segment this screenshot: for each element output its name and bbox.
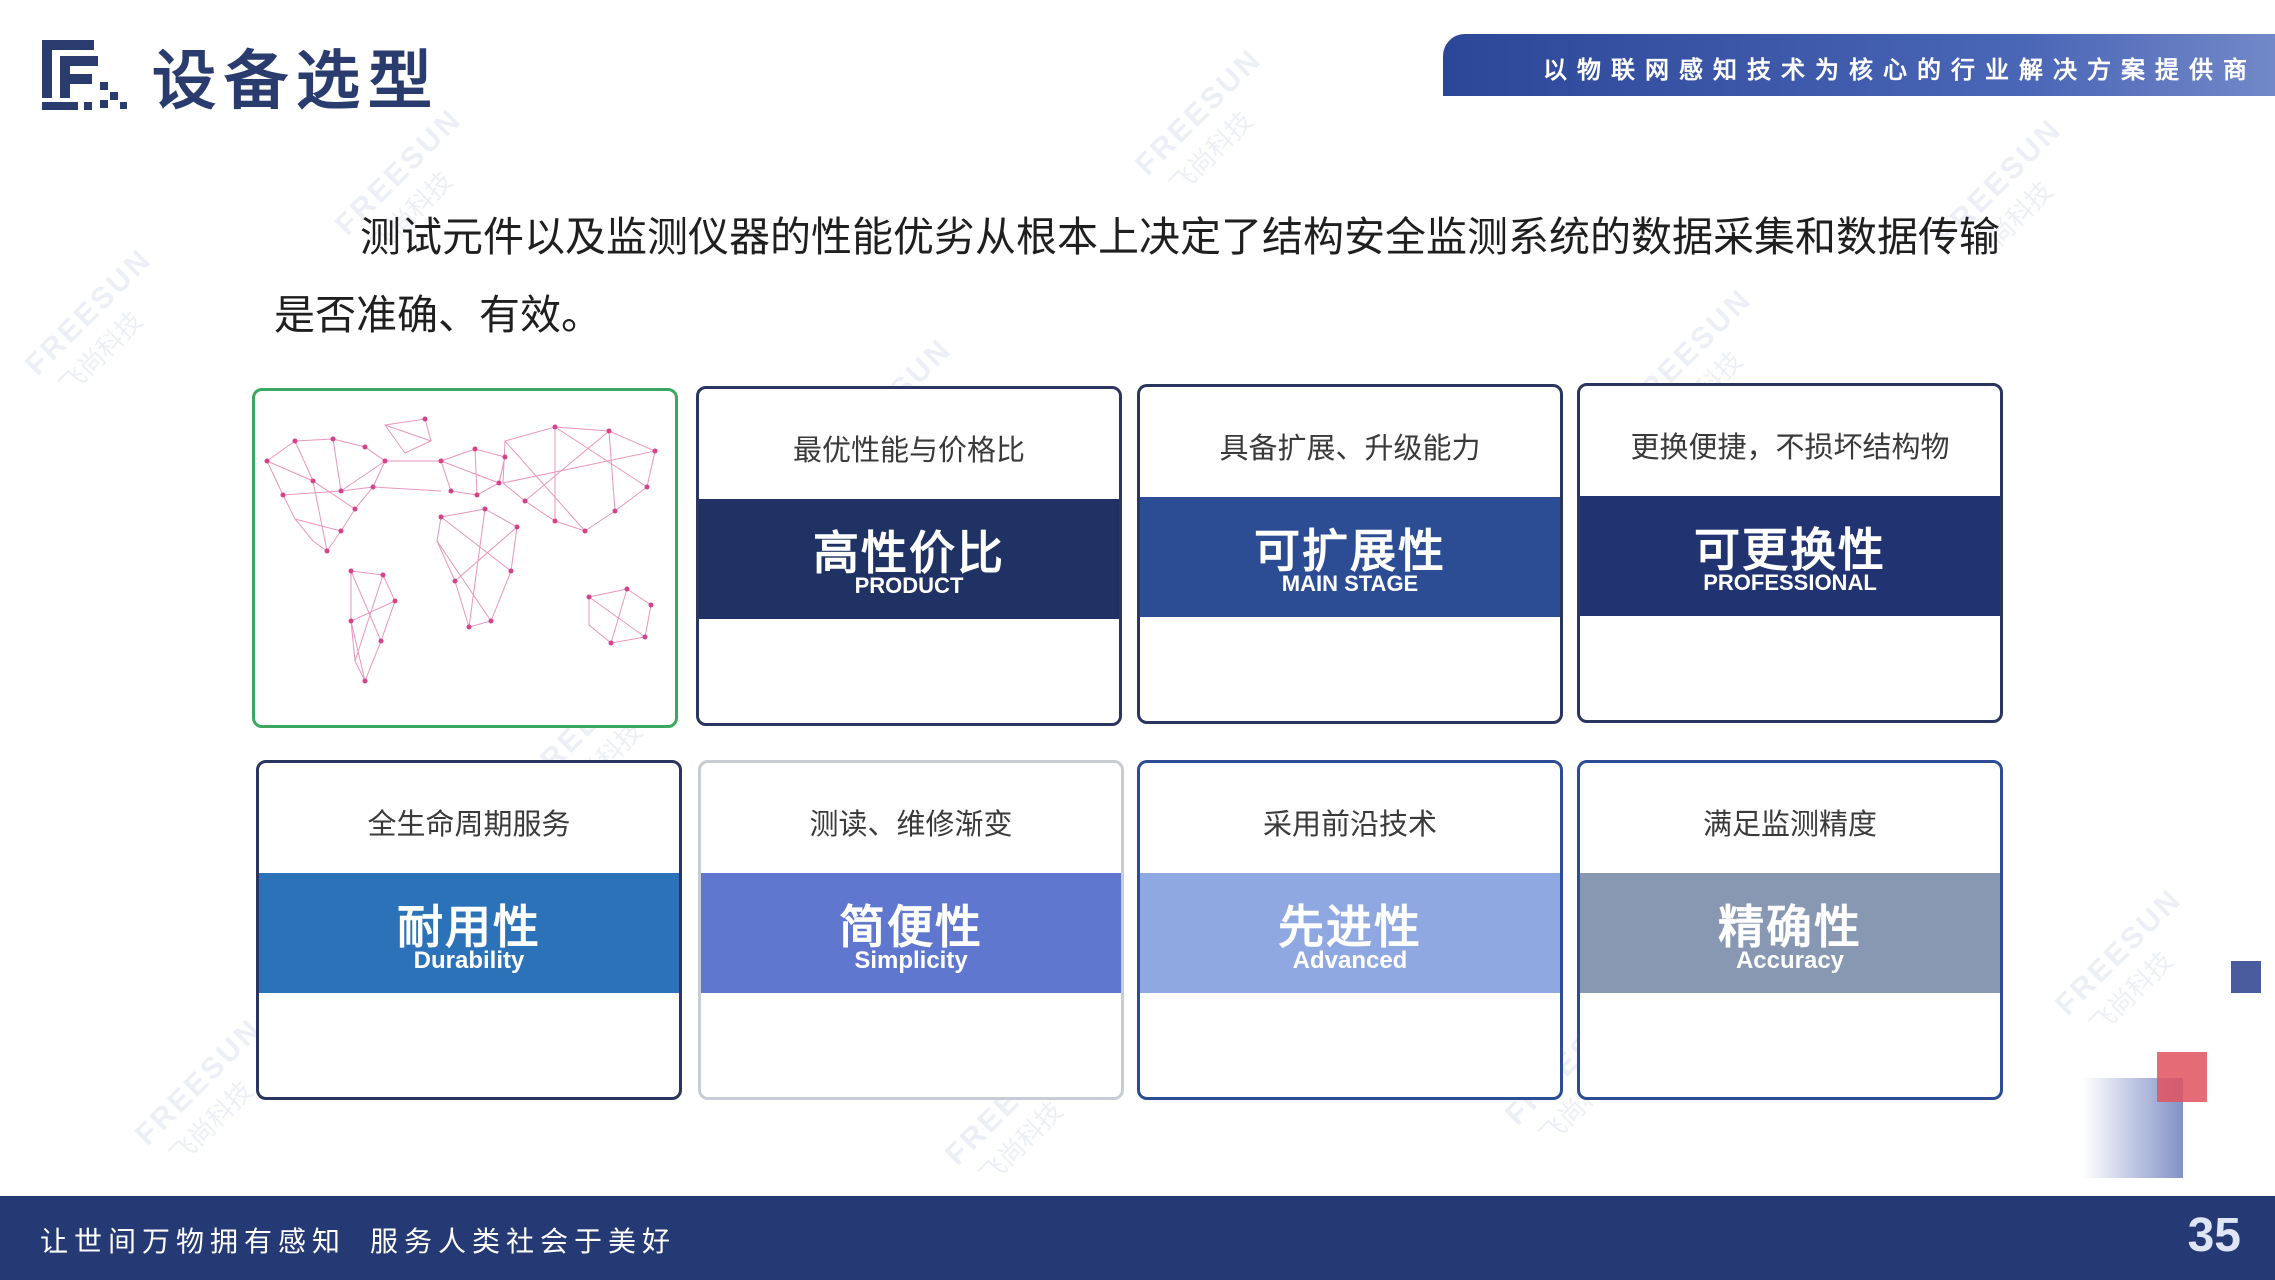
card-subtitle: 满足监测精度	[1702, 807, 1877, 841]
feature-card-scalability: 具备扩展、升级能力 可扩展性 MAIN STAGE	[1137, 384, 1563, 724]
feature-card-replaceability: 更换便捷，不损坏结构物 可更换性 PROFESSIONAL	[1577, 383, 2003, 723]
card-subtitle: 更换便捷，不损坏结构物	[1630, 430, 1950, 464]
footer-slogan-right: 服务人类社会于美好	[370, 1225, 677, 1258]
page-number: 35	[2187, 1209, 2241, 1262]
page-title: 设备选型	[152, 45, 440, 119]
decor-square	[2157, 1052, 2207, 1102]
freesun-logo-icon	[38, 36, 130, 114]
watermark: FREESUN飞尚科技	[2048, 882, 2189, 1041]
card-english: PRODUCT	[854, 573, 964, 598]
feature-card-simplicity: 测读、维修渐变 简便性 Simplicity	[698, 760, 1124, 1100]
watermark: FREESUN飞尚科技	[18, 242, 159, 401]
card-subtitle: 最优性能与价格比	[792, 433, 1025, 467]
feature-card-durability: 全生命周期服务 耐用性 Durability	[256, 760, 682, 1100]
banner-text: 以物联网感知技术为核心的行业解决方案提供商	[1543, 56, 2257, 84]
decor-square	[2231, 961, 2261, 993]
card-subtitle: 采用前沿技术	[1262, 807, 1437, 841]
card-subtitle: 具备扩展、升级能力	[1219, 431, 1481, 465]
card-band: 可扩展性 MAIN STAGE	[1140, 497, 1560, 617]
card-band: 可更换性 PROFESSIONAL	[1580, 496, 2000, 616]
world-map-network-icon	[264, 416, 658, 684]
card-band: 耐用性 Durability	[259, 873, 679, 993]
card-band: 简便性 Simplicity	[701, 873, 1121, 993]
footer-bar: 让世间万物拥有感知 服务人类社会于美好 35	[0, 1196, 2275, 1280]
header-banner: 以物联网感知技术为核心的行业解决方案提供商	[1443, 34, 2275, 96]
card-english: Durability	[413, 947, 525, 974]
watermark: FREESUN飞尚科技	[1128, 42, 1269, 201]
card-english: PROFESSIONAL	[1703, 570, 1877, 595]
card-english: MAIN STAGE	[1281, 571, 1419, 596]
card-band: 精确性 Accuracy	[1580, 873, 2000, 993]
card-band: 先进性 Advanced	[1140, 873, 1560, 993]
world-map-card	[252, 388, 678, 728]
feature-card-advanced: 采用前沿技术 先进性 Advanced	[1137, 760, 1563, 1100]
card-band: 高性价比 PRODUCT	[699, 499, 1119, 619]
card-english: Simplicity	[854, 947, 968, 974]
card-subtitle: 全生命周期服务	[367, 807, 571, 841]
card-subtitle: 测读、维修渐变	[809, 807, 1013, 841]
intro-paragraph: 测试元件以及监测仪器的性能优劣从根本上决定了结构安全监测系统的数据采集和数据传输…	[274, 213, 2000, 339]
feature-card-accuracy: 满足监测精度 精确性 Accuracy	[1577, 760, 2003, 1100]
feature-card-cost-performance: 最优性能与价格比 高性价比 PRODUCT	[696, 386, 1122, 726]
footer-slogan-left: 让世间万物拥有感知	[40, 1225, 347, 1258]
card-english: Accuracy	[1735, 947, 1845, 974]
card-english: Advanced	[1292, 947, 1408, 974]
